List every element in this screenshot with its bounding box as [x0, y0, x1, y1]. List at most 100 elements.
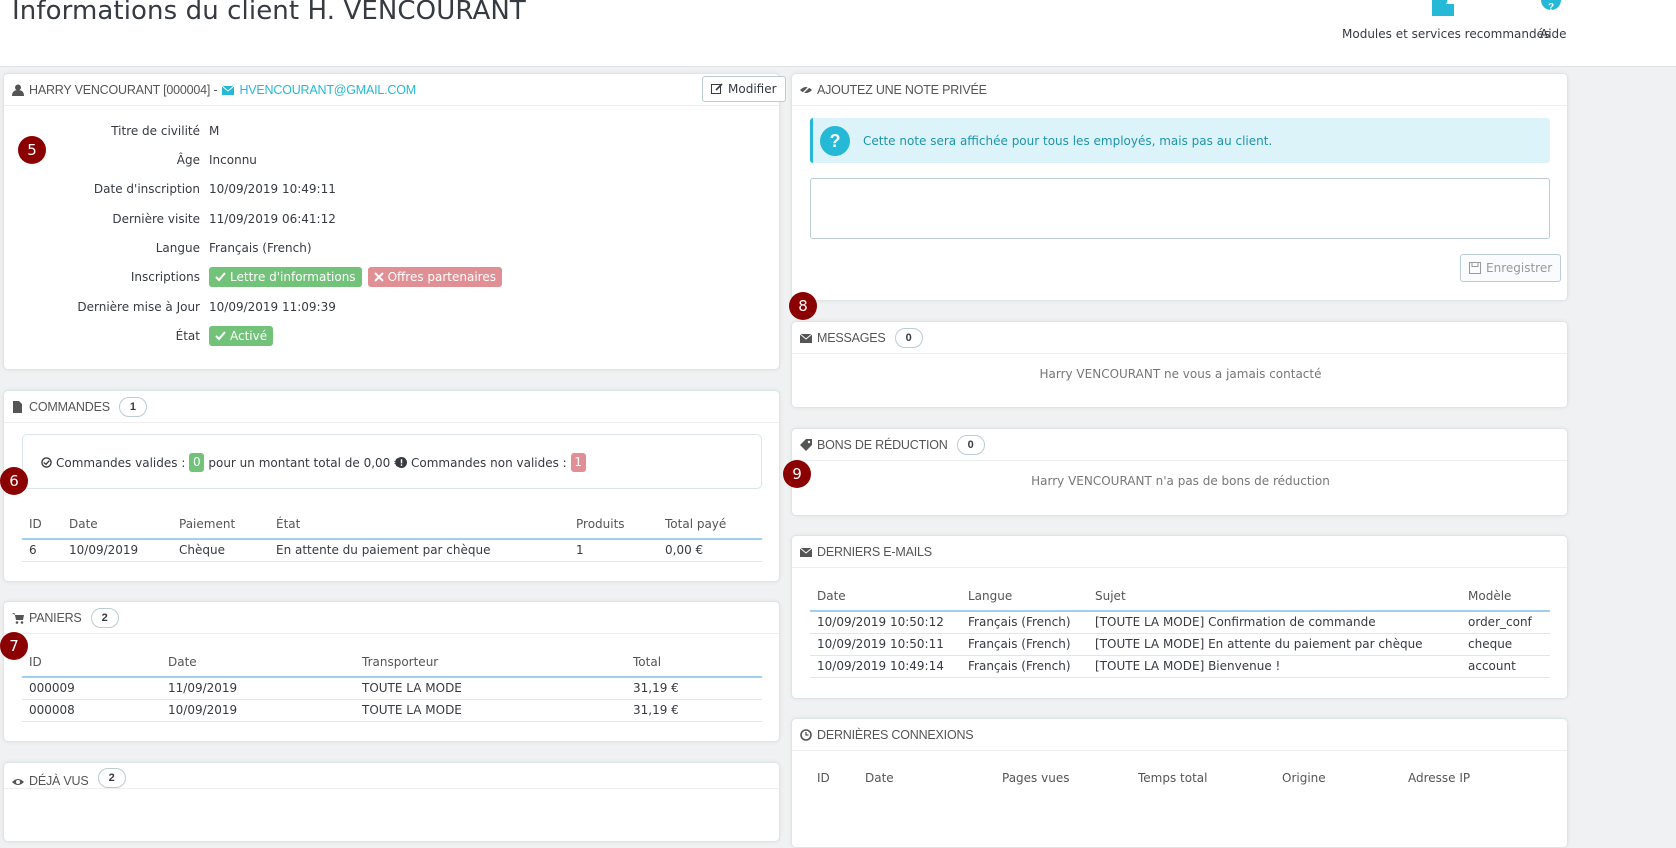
email-date: 10/09/2019 10:50:12	[810, 611, 961, 634]
cart-date-link[interactable]: 10/09/2019	[161, 699, 355, 722]
table-row[interactable]: 000008 10/09/2019 TOUTE LA MODE 31,19 €	[22, 699, 762, 722]
cart-carrier: TOUTE LA MODE	[355, 677, 626, 700]
messages-empty-text: Harry VENCOURANT ne vous a jamais contac…	[1039, 367, 1322, 381]
valid-orders-total: pour un montant total de 0,00 €	[208, 455, 402, 470]
orders-panel-heading: COMMANDES 1	[4, 391, 779, 423]
email-template: order_conf	[1461, 611, 1550, 634]
orders-count-badge: 1	[118, 396, 147, 417]
clock-icon	[800, 728, 812, 741]
cart-carrier: TOUTE LA MODE	[355, 699, 626, 722]
last-visit-value: 11/09/2019 06:41:12	[209, 212, 336, 226]
carts-panel: PANIERS 2 ID Date Transporteur Total 000…	[3, 601, 780, 742]
note-title: AJOUTEZ UNE NOTE PRIVÉE	[817, 82, 987, 97]
carts-table: ID Date Transporteur Total 000009 11/09/…	[22, 647, 762, 722]
active-state-badge: Activé	[209, 326, 274, 346]
orders-col-id: ID	[22, 509, 62, 540]
email-template: account	[1461, 655, 1550, 678]
invalid-orders-label: Commandes non valides :	[411, 455, 567, 470]
vouchers-empty-text: Harry VENCOURANT n'a pas de bons de rédu…	[1031, 474, 1330, 488]
subscriptions-label: Inscriptions	[130, 270, 200, 284]
viewed-title: DÉJÀ VUS	[29, 774, 89, 788]
connections-panel-heading: DERNIÈRES CONNEXIONS	[792, 719, 1567, 751]
page-header: Informations du client H. VENCOURANT Mod…	[0, 0, 1676, 67]
email-subject: [TOUTE LA MODE] Bienvenue !	[1088, 655, 1461, 678]
table-row: 10/09/2019 10:50:12 Français (French) [T…	[810, 611, 1550, 634]
help-icon: ?	[1541, 0, 1561, 13]
connections-col-time: Temps total	[1138, 771, 1208, 785]
last-connections-panel: DERNIÈRES CONNEXIONS ID Date Pages vues …	[791, 718, 1568, 848]
email-subject: [TOUTE LA MODE] Confirmation de commande	[1088, 611, 1461, 634]
email-subject: [TOUTE LA MODE] En attente du paiement p…	[1088, 633, 1461, 656]
orders-col-state: État	[269, 509, 569, 540]
orders-title: COMMANDES	[29, 399, 110, 414]
private-note-panel: AJOUTEZ UNE NOTE PRIVÉE ? Cette note ser…	[791, 73, 1568, 301]
emails-col-subject: Sujet	[1088, 581, 1461, 612]
exclamation-circle-icon	[396, 457, 407, 468]
emails-table: Date Langue Sujet Modèle 10/09/2019 10:5…	[810, 581, 1550, 678]
language-value: Français (French)	[209, 241, 312, 255]
note-panel-heading: AJOUTEZ UNE NOTE PRIVÉE	[792, 74, 1567, 106]
save-note-label: Enregistrer	[1486, 261, 1553, 275]
newsletter-text: Lettre d'informations	[230, 270, 356, 284]
emails-panel-heading: DERNIERS E-MAILS	[792, 536, 1567, 568]
orders-summary-box: Commandes valides : 0 pour un montant to…	[22, 434, 762, 489]
table-row[interactable]: 000009 11/09/2019 TOUTE LA MODE 31,19 €	[22, 677, 762, 700]
customer-name: HARRY VENCOURANT [000004] -	[29, 82, 218, 97]
puzzle-icon	[1432, 0, 1454, 16]
file-icon	[13, 400, 22, 413]
cart-total: 31,19 €	[626, 699, 762, 722]
eye-slash-icon	[800, 83, 812, 96]
emails-col-language: Langue	[961, 581, 1088, 612]
tag-icon	[800, 438, 812, 451]
customer-email-link[interactable]: HVENCOURANT@GMAIL.COM	[239, 83, 416, 97]
edit-customer-label: Modifier	[728, 82, 777, 96]
messages-panel-heading: MESSAGES 0	[792, 322, 1567, 354]
vouchers-panel: BONS DE RÉDUCTION 0 Harry VENCOURANT n'a…	[791, 428, 1568, 516]
edit-customer-button[interactable]: Modifier	[702, 76, 786, 102]
active-state-text: Activé	[230, 329, 268, 343]
carts-count-badge: 2	[90, 607, 119, 628]
connections-col-date: Date	[865, 771, 894, 785]
vouchers-count-badge: 0	[956, 434, 985, 455]
step-marker-8: 8	[789, 292, 817, 320]
cart-date-link[interactable]: 11/09/2019	[161, 677, 355, 700]
age-value: Inconnu	[209, 153, 257, 167]
step-marker-5: 5	[18, 136, 46, 164]
step-marker-6: 6	[0, 467, 28, 495]
private-note-textarea[interactable]	[810, 178, 1550, 239]
table-row: 10/09/2019 10:50:11 Français (French) [T…	[810, 633, 1550, 656]
vouchers-title: BONS DE RÉDUCTION	[817, 437, 948, 452]
viewed-products-panel: DÉJÀ VUS 2	[3, 762, 780, 842]
carts-title: PANIERS	[29, 610, 82, 625]
question-circle-icon: ?	[820, 125, 850, 156]
language-label: Langue	[155, 241, 200, 255]
save-note-button[interactable]: Enregistrer	[1460, 254, 1562, 282]
civility-label: Titre de civilité	[111, 124, 200, 138]
email-date: 10/09/2019 10:50:11	[810, 633, 961, 656]
help-label: Aide	[1540, 27, 1567, 41]
recommended-modules-button[interactable]: Modules et services recommandés	[1342, 0, 1550, 41]
email-language: Français (French)	[961, 655, 1088, 678]
newsletter-badge: Lettre d'informations	[209, 267, 362, 287]
table-row[interactable]: 6 10/09/2019 Chèque En attente du paieme…	[22, 539, 762, 562]
order-payment: Chèque	[172, 539, 269, 562]
age-label: Âge	[176, 153, 200, 167]
registration-date-value: 10/09/2019 10:49:11	[209, 182, 336, 196]
orders-col-products: Produits	[569, 509, 658, 540]
emails-col-template: Modèle	[1461, 581, 1550, 612]
connections-col-id: ID	[817, 771, 830, 785]
carts-col-date: Date	[161, 647, 355, 678]
carts-col-total: Total	[626, 647, 762, 678]
envelope-icon	[800, 333, 812, 343]
invalid-orders-count: 1	[570, 453, 586, 472]
email-date: 10/09/2019 10:49:14	[810, 655, 961, 678]
recommended-modules-label: Modules et services recommandés	[1342, 27, 1551, 41]
cart-id: 000008	[22, 699, 161, 722]
last-emails-panel: DERNIERS E-MAILS Date Langue Sujet Modèl…	[791, 535, 1568, 699]
order-date-link[interactable]: 10/09/2019	[62, 539, 172, 562]
svg-text:?: ?	[1548, 2, 1554, 13]
customer-panel-heading: HARRY VENCOURANT [000004] - HVENCOURANT@…	[4, 74, 779, 106]
note-info-alert: ? Cette note sera affichée pour tous les…	[810, 118, 1550, 163]
cart-total: 31,19 €	[626, 677, 762, 700]
help-button[interactable]: ? Aide	[1540, 0, 1567, 41]
